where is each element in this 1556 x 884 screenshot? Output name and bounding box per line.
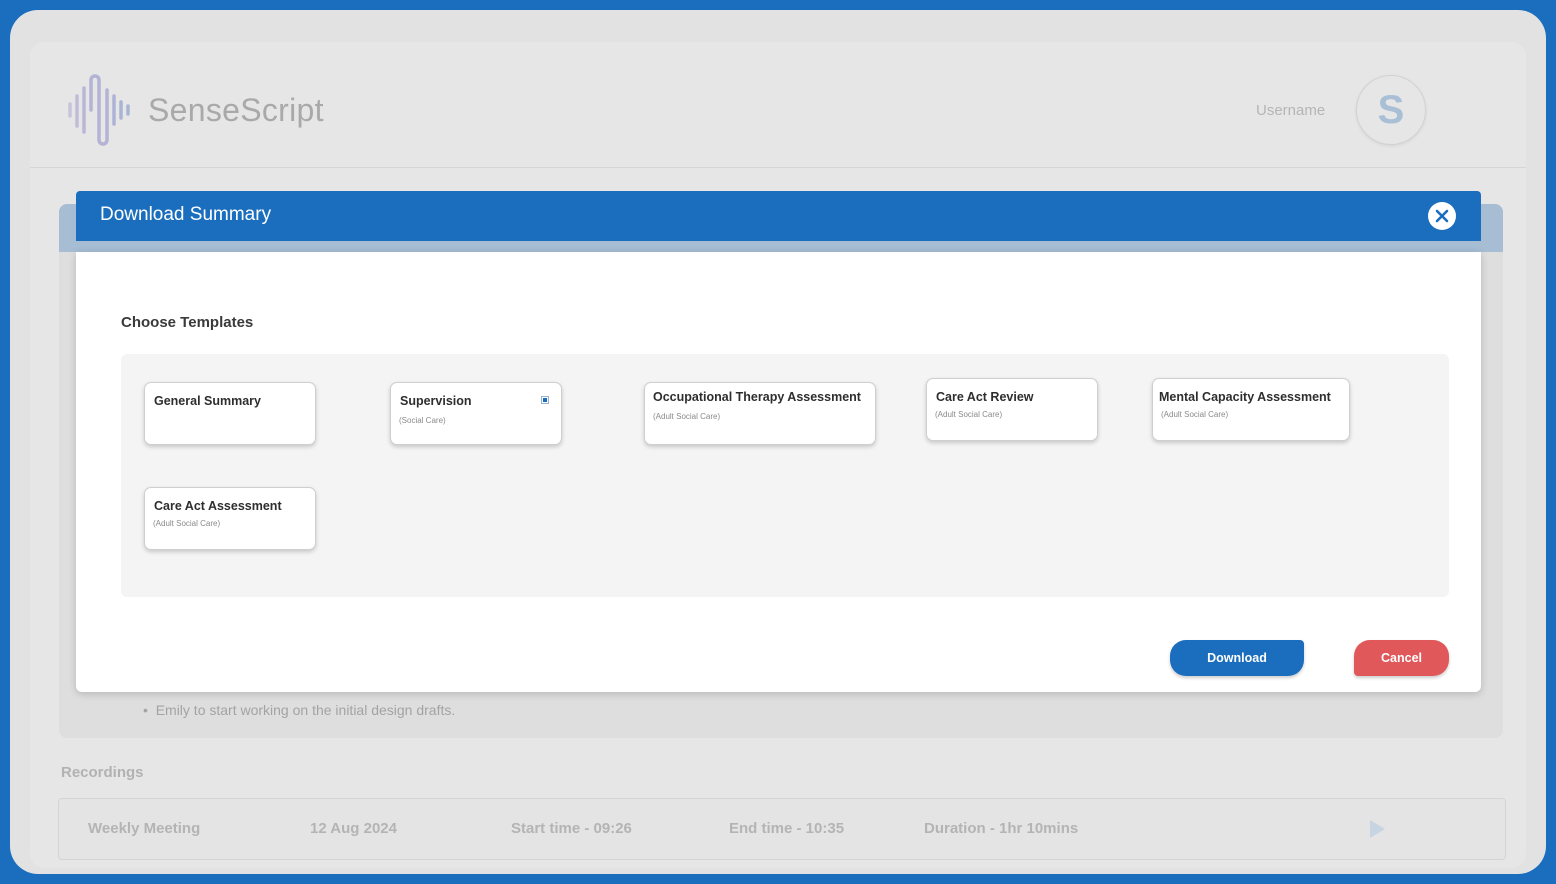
recording-row[interactable]: Weekly Meeting 12 Aug 2024 Start time - … bbox=[58, 798, 1506, 860]
template-name: Care Act Review bbox=[936, 390, 1034, 404]
logo: SenseScript bbox=[66, 74, 324, 146]
template-sub: (Adult Social Care) bbox=[935, 410, 1003, 419]
selected-checkbox[interactable] bbox=[541, 396, 549, 404]
summary-bullet-text: Emily to start working on the initial de… bbox=[155, 702, 456, 718]
template-general-summary[interactable]: General Summary bbox=[144, 382, 316, 445]
template-mental-capacity[interactable]: Mental Capacity Assessment (Adult Social… bbox=[1152, 378, 1350, 441]
modal-header: Download Summary bbox=[76, 191, 1481, 241]
recording-end: End time - 10:35 bbox=[729, 820, 845, 837]
app-name: SenseScript bbox=[148, 91, 324, 128]
recordings-heading: Recordings bbox=[61, 764, 144, 781]
avatar-initial: S bbox=[1377, 87, 1405, 132]
close-button[interactable] bbox=[1428, 202, 1456, 230]
template-name: General Summary bbox=[154, 394, 261, 408]
download-button[interactable]: Download bbox=[1170, 640, 1304, 676]
template-sub: (Adult Social Care) bbox=[153, 519, 221, 528]
template-panel: General Summary Supervision (Social Care… bbox=[121, 354, 1449, 597]
template-care-act-review[interactable]: Care Act Review (Adult Social Care) bbox=[926, 378, 1098, 441]
waveform-logo-icon bbox=[68, 74, 130, 146]
username-label: Username bbox=[1256, 102, 1326, 119]
recording-duration: Duration - 1hr 10mins bbox=[924, 820, 1079, 837]
template-name: Occupational Therapy Assessment bbox=[653, 390, 861, 404]
avatar[interactable]: S bbox=[1356, 75, 1426, 145]
modal-title: Download Summary bbox=[100, 204, 272, 225]
play-icon[interactable] bbox=[1370, 820, 1385, 838]
template-name: Care Act Assessment bbox=[154, 499, 282, 513]
recording-date: 12 Aug 2024 bbox=[310, 820, 397, 837]
cancel-button[interactable]: Cancel bbox=[1354, 640, 1449, 676]
template-name: Supervision bbox=[400, 394, 472, 408]
template-care-act-assessment[interactable]: Care Act Assessment (Adult Social Care) bbox=[144, 487, 316, 550]
summary-bullet: • Emily to start working on the initial … bbox=[143, 702, 456, 718]
app-header: SenseScript Username S bbox=[30, 42, 1526, 168]
template-occupational-therapy[interactable]: Occupational Therapy Assessment (Adult S… bbox=[644, 382, 876, 445]
choose-templates-label: Choose Templates bbox=[121, 314, 254, 331]
template-name: Mental Capacity Assessment bbox=[1159, 390, 1331, 404]
recording-start: Start time - 09:26 bbox=[511, 820, 632, 837]
close-icon bbox=[1435, 209, 1449, 223]
template-sub: (Adult Social Care) bbox=[1161, 410, 1229, 419]
template-supervision[interactable]: Supervision (Social Care) bbox=[390, 382, 562, 445]
template-sub: (Social Care) bbox=[399, 416, 446, 425]
template-sub: (Adult Social Care) bbox=[653, 412, 721, 421]
recording-title: Weekly Meeting bbox=[88, 820, 201, 837]
modal-body: Choose Templates General Summary Supervi… bbox=[76, 252, 1481, 692]
